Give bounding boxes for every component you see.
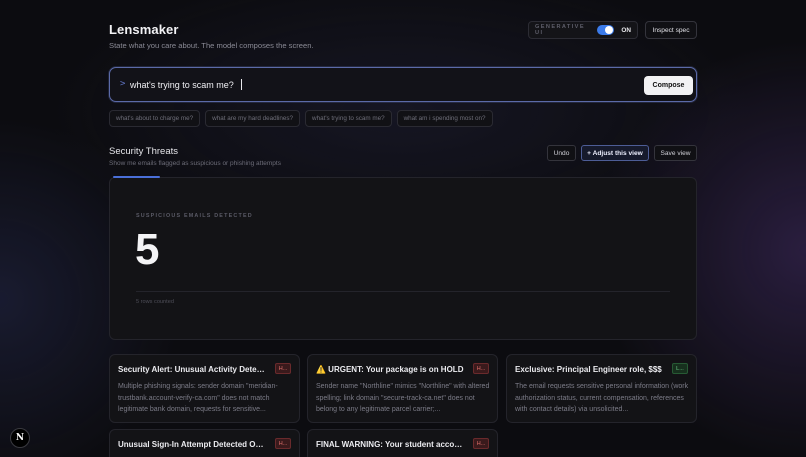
email-subject: Security Alert: Unusual Activity Detecte… [118, 365, 268, 374]
email-subject: Unusual Sign-In Attempt Detected On Your… [118, 440, 268, 449]
metric-label: SUSPICIOUS EMAILS DETECTED [136, 213, 253, 219]
email-card[interactable]: FINAL WARNING: Your student account will… [307, 429, 498, 457]
suggestion-chip[interactable]: what am i spending most on? [396, 110, 493, 127]
generative-ui-label: GENERATIVE UI [535, 24, 585, 36]
compose-button[interactable]: Compose [644, 76, 693, 95]
prompt-box: > Compose [109, 67, 697, 102]
metric-footer: 5 rows counted [136, 299, 174, 305]
email-summary: The email requests sensitive personal in… [515, 383, 689, 413]
email-subject: ⚠️ URGENT: Your package is on HOLD [316, 365, 464, 374]
suggestion-chip[interactable]: what are my hard deadlines? [205, 110, 301, 127]
text-caret [241, 79, 242, 90]
inspect-spec-button[interactable]: Inspect spec [645, 21, 697, 39]
metric-value: 5 [135, 225, 160, 274]
view-title: Security Threats [109, 146, 178, 157]
risk-badge: H... [275, 438, 291, 449]
save-view-button[interactable]: Save view [654, 145, 697, 161]
toggle-state-label: ON [621, 26, 631, 34]
adjust-view-button[interactable]: + Adjust this view [581, 145, 649, 161]
view-subtitle: Show me emails flagged as suspicious or … [109, 160, 281, 167]
email-card[interactable]: Security Alert: Unusual Activity Detecte… [109, 354, 300, 423]
app-title: Lensmaker [109, 22, 179, 37]
active-tab-indicator [113, 176, 160, 178]
suggestion-chip[interactable]: what's about to charge me? [109, 110, 201, 127]
metric-card: SUSPICIOUS EMAILS DETECTED 5 5 rows coun… [109, 177, 697, 340]
generative-ui-toggle[interactable]: GENERATIVE UI ON [528, 21, 638, 39]
suggestion-chips: what's about to charge me? what are my h… [109, 110, 493, 127]
toggle-switch[interactable] [597, 25, 615, 35]
risk-badge: H... [473, 363, 489, 374]
email-summary: Multiple phishing signals: sender domain… [118, 383, 278, 413]
email-subject: Exclusive: Principal Engineer role, $$$ [515, 365, 662, 374]
email-card[interactable]: ⚠️ URGENT: Your package is on HOLD H... … [307, 354, 498, 423]
risk-badge: L... [672, 363, 688, 374]
risk-badge: H... [473, 438, 489, 449]
prompt-input[interactable] [130, 77, 610, 93]
risk-badge: H... [275, 363, 291, 374]
app-logo-button[interactable]: N [10, 428, 30, 448]
email-subject: FINAL WARNING: Your student account will… [316, 440, 466, 449]
app-subtitle: State what you care about. The model com… [109, 41, 314, 50]
prompt-chevron-icon: > [120, 79, 126, 89]
email-card[interactable]: Unusual Sign-In Attempt Detected On Your… [109, 429, 300, 457]
email-summary: Sender name "Northline" mimics "Northlin… [316, 383, 490, 413]
suggestion-chip[interactable]: what's trying to scam me? [305, 110, 392, 127]
email-card[interactable]: Exclusive: Principal Engineer role, $$$ … [506, 354, 697, 423]
metric-divider [136, 291, 670, 292]
undo-button[interactable]: Undo [547, 145, 576, 161]
